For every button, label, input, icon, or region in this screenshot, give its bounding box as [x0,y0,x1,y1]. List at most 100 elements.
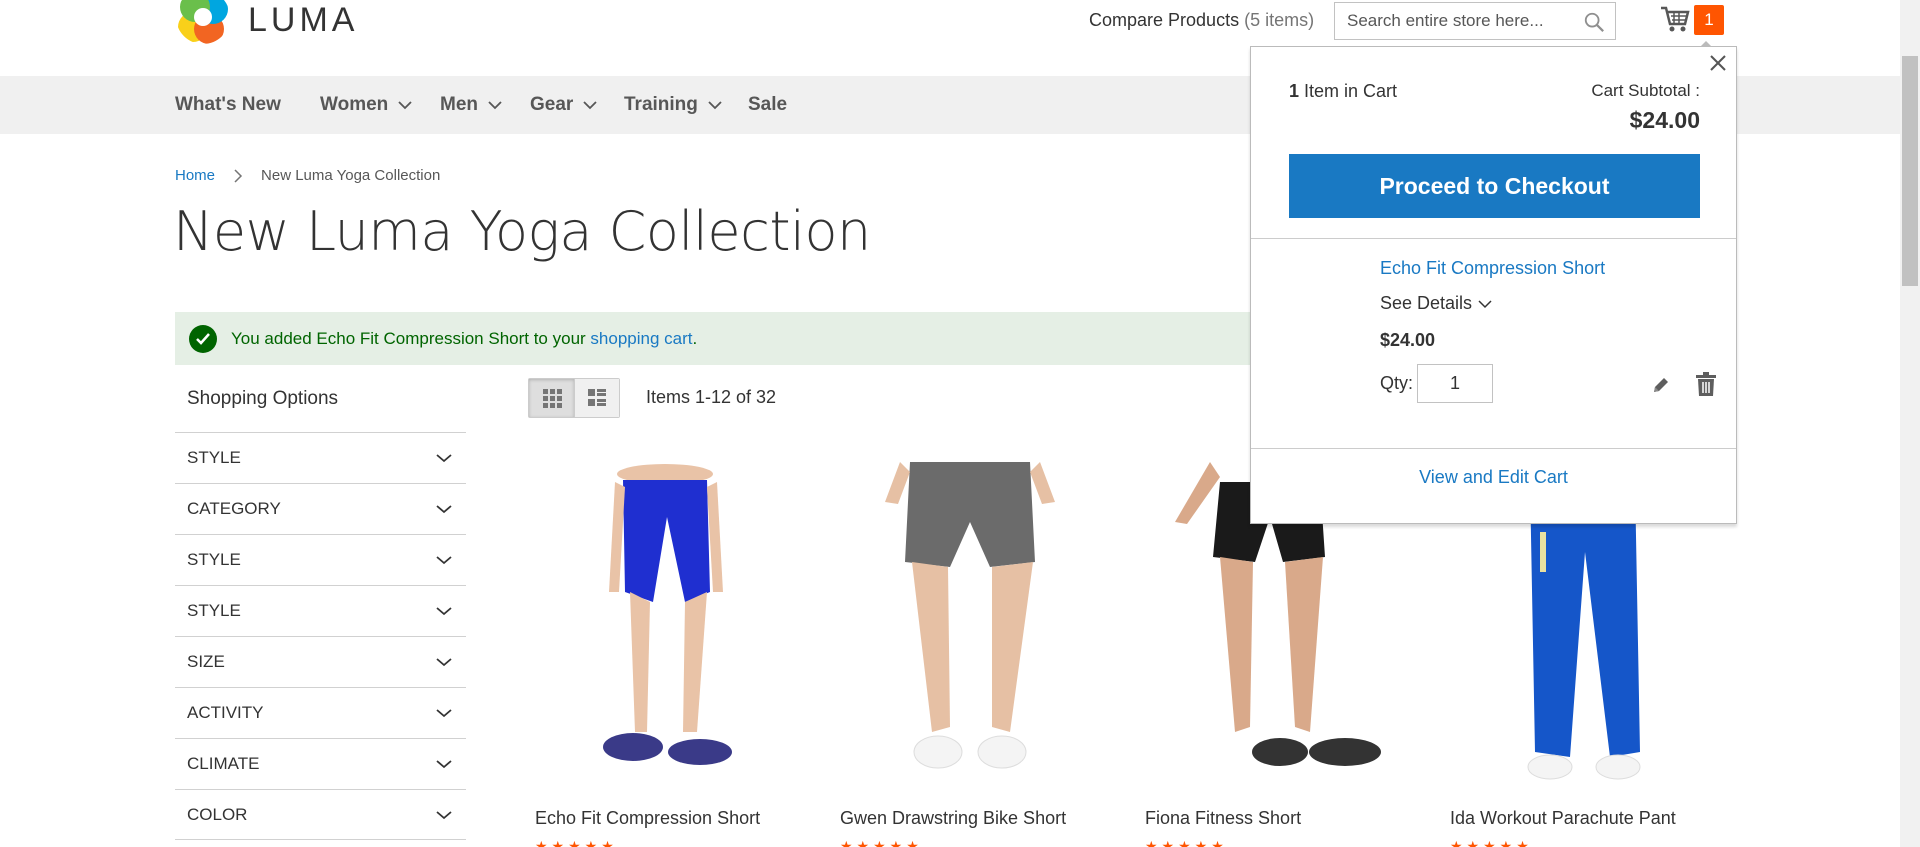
nav-item-training[interactable]: Training [624,94,722,116]
shopping-cart-link[interactable]: shopping cart [590,329,692,348]
cart-subtotal-label: Cart Subtotal : [1591,81,1700,100]
page-title: New Luma Yoga Collection [173,200,871,263]
cart-count-badge[interactable]: 1 [1694,5,1724,35]
filter-climate[interactable]: CLIMATE [175,738,466,789]
cart-icon[interactable] [1660,4,1690,34]
chevron-right-icon [234,168,243,183]
filter-label: STYLE [187,550,241,569]
chevron-down-icon [708,101,722,110]
product-name[interactable]: Echo Fit Compression Short [535,808,760,829]
chevron-down-icon [436,454,452,463]
minicart-dropdown: 1 Item in Cart Cart Subtotal : $24.00 Pr… [1250,41,1737,524]
nav-item-sale[interactable]: Sale [748,94,787,116]
breadcrumb-home-link[interactable]: Home [175,167,215,184]
nav-label: Sale [748,94,788,115]
grid-view-button[interactable] [529,379,574,417]
compare-label: Compare Products [1089,10,1240,30]
nav-label: What's New [175,94,281,115]
minicart-item-price: $24.00 [1380,330,1436,350]
cart-subtotal-value: $24.00 [1629,107,1700,133]
filter-label: SIZE [187,652,225,671]
product-image[interactable] [840,462,1090,792]
product-name[interactable]: Gwen Drawstring Bike Short [840,808,1066,829]
chevron-down-icon [436,505,452,514]
rating-stars: ★★★★★ [535,838,618,847]
filter-label: CATEGORY [187,499,281,518]
nav-label: Gear [530,94,574,115]
compare-products-link[interactable]: Compare Products (5 items) [1089,10,1314,31]
nav-item-men[interactable]: Men [440,94,502,116]
nav-item-gear[interactable]: Gear [530,94,597,116]
chevron-down-icon [436,709,452,718]
items-count: Items 1-12 of 32 [646,387,777,407]
search-box [1334,2,1616,40]
qty-input[interactable]: 1 [1417,364,1493,403]
nav-label: Women [320,94,389,115]
search-icon[interactable] [1583,11,1605,33]
search-input[interactable] [1335,3,1565,39]
see-details-toggle[interactable]: See Details [1380,293,1492,314]
chevron-down-icon [1478,299,1492,308]
filter-activity[interactable]: ACTIVITY [175,687,466,738]
nav-label: Men [440,94,478,115]
filter-category[interactable]: CATEGORY [175,483,466,534]
filter-list: STYLE CATEGORY STYLE STYLE SIZE ACTIVITY… [175,432,466,840]
logo-text: LUMA [248,0,359,39]
minicart-count-number: 1 [1289,81,1300,101]
filter-label: STYLE [187,601,241,620]
nav-item-women[interactable]: Women [320,94,412,116]
minicart-count-text: Item in Cart [1304,81,1398,101]
product-name[interactable]: Fiona Fitness Short [1145,808,1301,829]
chevron-down-icon [398,101,412,110]
close-icon[interactable] [1706,51,1730,75]
breadcrumb-current: New Luma Yoga Collection [261,167,441,184]
filter-color[interactable]: COLOR [175,789,466,840]
shopping-options-title: Shopping Options [187,388,339,409]
chevron-down-icon [436,760,452,769]
view-mode-toggle [528,378,620,418]
filter-style-2[interactable]: STYLE [175,534,466,585]
rating-stars: ★★★★★ [1145,838,1228,847]
filter-style[interactable]: STYLE [175,432,466,483]
luma-logo[interactable]: LUMA [176,0,358,44]
page-scrollbar[interactable] [1900,0,1920,847]
list-icon [588,389,606,406]
proceed-to-checkout-button[interactable]: Proceed to Checkout [1289,154,1700,218]
chevron-down-icon [488,101,502,110]
message-suffix: . [692,328,698,348]
view-and-edit-cart-link[interactable]: View and Edit Cart [1251,467,1736,488]
chevron-down-icon [436,556,452,565]
minicart-item-count: 1 Item in Cart [1289,81,1397,102]
product-item[interactable]: Gwen Drawstring Bike Short ★★★★★ [840,462,1090,847]
nav-item-whats-new[interactable]: What's New [175,94,281,116]
minicart-item-name[interactable]: Echo Fit Compression Short [1380,258,1605,279]
chevron-down-icon [436,810,452,819]
message-prefix: You added Echo Fit Compression Short to … [231,328,591,348]
qty-label: Qty: [1380,373,1414,393]
filter-label: CLIMATE [187,754,260,773]
luma-logo-icon [176,0,230,44]
filter-label: ACTIVITY [187,703,264,722]
breadcrumb: Home New Luma Yoga Collection [175,167,440,184]
list-view-button[interactable] [574,379,619,417]
see-details-label: See Details [1380,293,1473,313]
compare-count: (5 items) [1244,10,1315,30]
filter-style-3[interactable]: STYLE [175,585,466,636]
product-item[interactable]: Echo Fit Compression Short ★★★★★ [535,462,785,847]
nav-label: Training [624,94,698,115]
divider [1251,238,1736,239]
divider [1251,448,1736,449]
success-message-text: You added Echo Fit Compression Short to … [231,329,697,349]
pencil-icon[interactable] [1651,375,1671,395]
product-image[interactable] [535,462,785,792]
trash-icon[interactable] [1695,371,1717,397]
scrollbar-thumb[interactable] [1902,56,1918,286]
chevron-down-icon [583,101,597,110]
product-name[interactable]: Ida Workout Parachute Pant [1450,808,1676,829]
filter-size[interactable]: SIZE [175,636,466,687]
filter-label: STYLE [187,448,241,467]
checkmark-icon [189,324,217,353]
rating-stars: ★★★★★ [1450,838,1533,847]
chevron-down-icon [436,607,452,616]
rating-stars: ★★★★★ [840,838,923,847]
